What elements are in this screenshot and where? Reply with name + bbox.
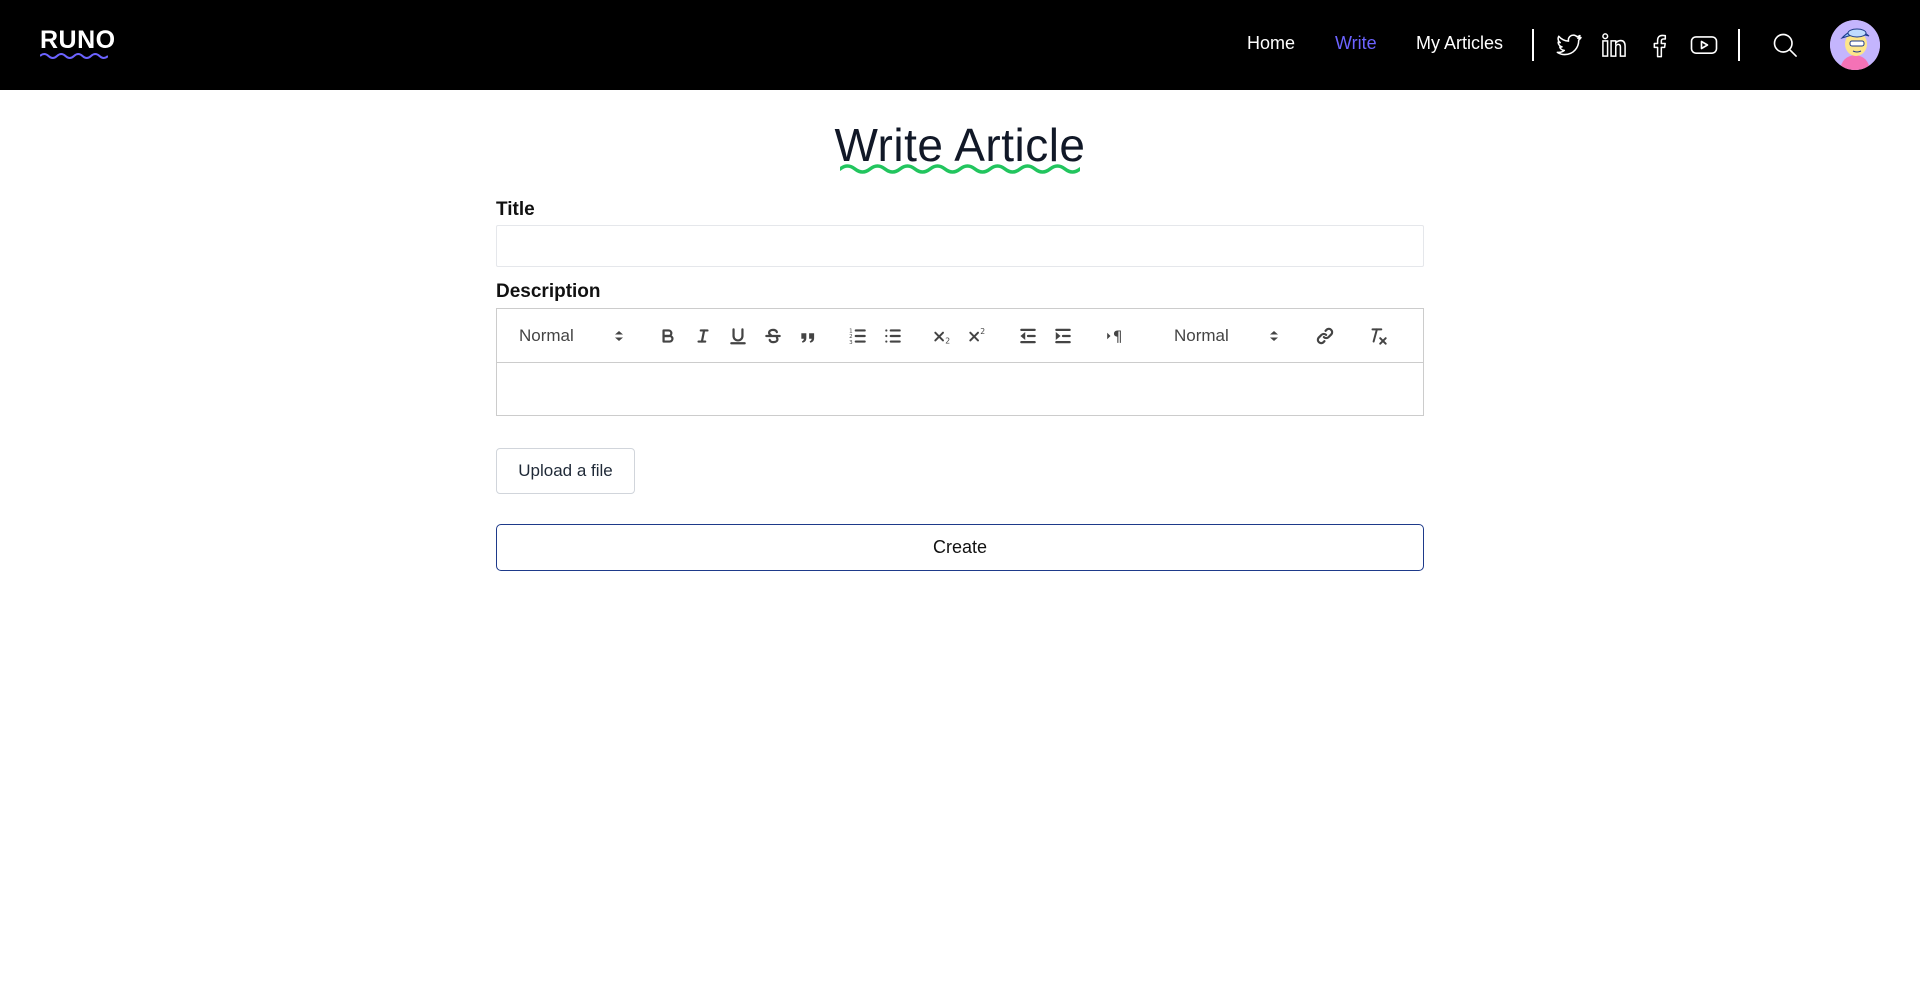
nav-divider bbox=[1532, 29, 1534, 61]
select-arrows-icon bbox=[1270, 331, 1278, 341]
title-label: Title bbox=[496, 199, 535, 220]
twitter-icon[interactable] bbox=[1554, 30, 1584, 60]
description-label: Description bbox=[496, 281, 601, 302]
facebook-icon[interactable] bbox=[1644, 30, 1674, 60]
editor-toolbar: Normal 1 2 3 2 2 ¶ Normal bbox=[497, 309, 1423, 363]
svg-text:3: 3 bbox=[849, 340, 853, 346]
nav-divider bbox=[1738, 29, 1740, 61]
strikethrough-button[interactable] bbox=[759, 322, 787, 350]
header-format-value: Normal bbox=[519, 326, 574, 345]
superscript-button[interactable]: 2 bbox=[964, 322, 992, 350]
outdent-button[interactable] bbox=[1014, 322, 1042, 350]
upload-file-button[interactable]: Upload a file bbox=[496, 448, 635, 494]
indent-button[interactable] bbox=[1049, 322, 1077, 350]
select-arrows-icon bbox=[615, 331, 623, 341]
size-format-select[interactable]: Normal bbox=[1174, 324, 1279, 348]
svg-text:2: 2 bbox=[945, 337, 950, 346]
rich-text-editor: Normal 1 2 3 2 2 ¶ Normal bbox=[496, 308, 1424, 416]
nav-my-articles[interactable]: My Articles bbox=[1416, 33, 1503, 54]
underline-button[interactable] bbox=[724, 322, 752, 350]
header-format-select[interactable]: Normal bbox=[519, 324, 624, 348]
nav-home[interactable]: Home bbox=[1247, 33, 1295, 54]
bullet-list-button[interactable] bbox=[879, 322, 907, 350]
create-button[interactable]: Create bbox=[496, 524, 1424, 571]
description-editor-area[interactable] bbox=[497, 363, 1423, 415]
blockquote-button[interactable] bbox=[794, 322, 822, 350]
svg-text:¶: ¶ bbox=[1113, 328, 1123, 346]
youtube-icon[interactable] bbox=[1689, 30, 1719, 60]
clear-format-icon[interactable] bbox=[1364, 322, 1392, 350]
site-logo[interactable]: RUNO bbox=[40, 26, 116, 55]
size-format-value: Normal bbox=[1174, 326, 1229, 345]
subscript-button[interactable]: 2 bbox=[929, 322, 957, 350]
title-input[interactable] bbox=[496, 225, 1424, 267]
logo-wave-underline bbox=[40, 53, 108, 59]
nav-write[interactable]: Write bbox=[1335, 33, 1377, 54]
title-wave-underline bbox=[840, 164, 1080, 174]
top-navbar: RUNO Home Write My Articles bbox=[0, 0, 1920, 90]
bold-button[interactable] bbox=[654, 322, 682, 350]
text-direction-button[interactable]: ¶ bbox=[1102, 322, 1130, 350]
user-avatar[interactable] bbox=[1830, 20, 1880, 70]
search-icon[interactable] bbox=[1770, 30, 1800, 60]
italic-button[interactable] bbox=[689, 322, 717, 350]
linkedin-icon[interactable] bbox=[1599, 30, 1629, 60]
svg-text:2: 2 bbox=[980, 327, 985, 336]
link-icon[interactable] bbox=[1311, 322, 1339, 350]
ordered-list-button[interactable]: 1 2 3 bbox=[844, 322, 872, 350]
